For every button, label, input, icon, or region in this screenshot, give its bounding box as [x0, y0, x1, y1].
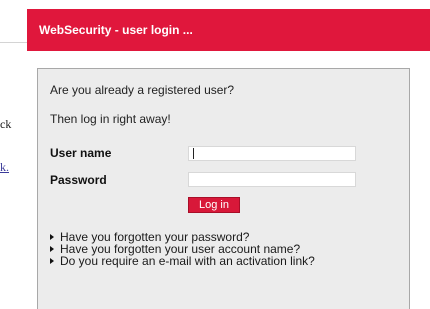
page-text-fragment: ck: [0, 117, 12, 131]
help-links: Have you forgotten your password? Have y…: [50, 231, 315, 267]
password-field[interactable]: [188, 172, 356, 187]
login-button[interactable]: Log in: [188, 197, 240, 213]
registered-question: Are you already a registered user?: [50, 83, 235, 97]
dialog-header: WebSecurity - user login ...: [27, 9, 430, 51]
activation-email-link[interactable]: Do you require an e-mail with an activat…: [50, 255, 315, 267]
password-label: Password: [50, 173, 107, 187]
help-link-label: Do you require an e-mail with an activat…: [60, 254, 315, 268]
login-panel: Are you already a registered user? Then …: [37, 68, 410, 309]
username-label: User name: [50, 146, 112, 160]
login-prompt: Then log in right away!: [50, 112, 171, 126]
dialog-title: WebSecurity - user login ...: [39, 23, 193, 37]
triangle-right-icon: [50, 258, 54, 264]
background-page-fragment: ck k.: [0, 0, 27, 307]
page-link-fragment[interactable]: k.: [0, 160, 9, 175]
triangle-right-icon: [50, 246, 54, 252]
divider: [0, 42, 27, 43]
login-dialog: WebSecurity - user login ... Are you alr…: [27, 9, 430, 309]
text-cursor: [193, 148, 194, 159]
triangle-right-icon: [50, 234, 54, 240]
username-field[interactable]: [188, 146, 356, 161]
